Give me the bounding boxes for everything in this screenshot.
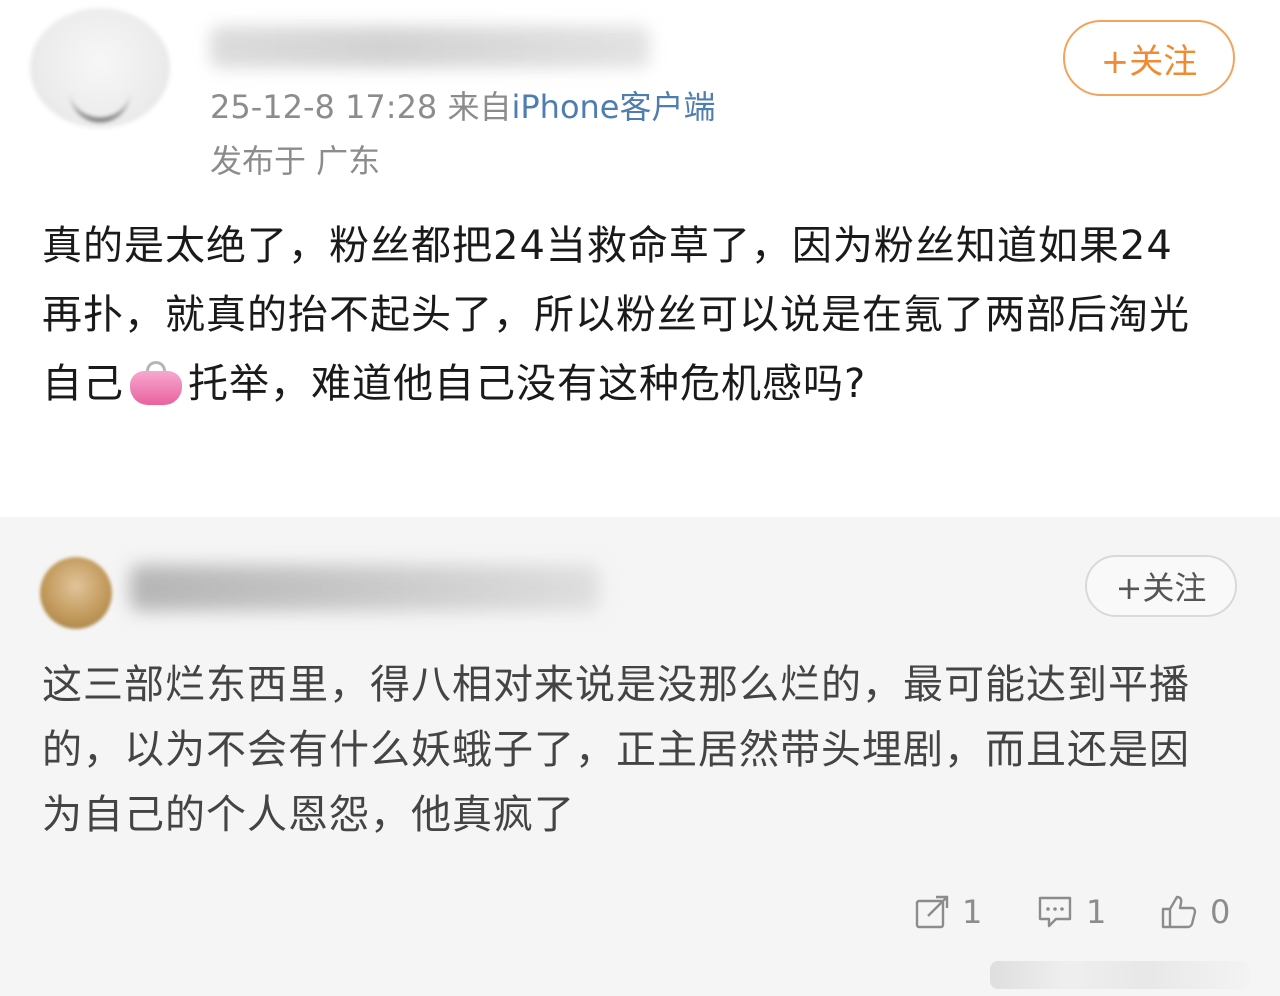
username-blurred[interactable] bbox=[210, 26, 650, 68]
post-location: 发布于 广东 bbox=[210, 142, 381, 180]
comment-card: +关注 这三部烂东西里，得八相对来说是没那么烂的，最可能达到平播的，以为不会有什… bbox=[0, 517, 1280, 996]
reply-action[interactable]: 1 bbox=[1036, 890, 1106, 934]
comment-icon bbox=[1038, 896, 1072, 928]
post-card: 25-12-8 17:28 来自iPhone客户端 发布于 广东 +关注 真的是… bbox=[0, 0, 1280, 517]
post-text-part2: 托举，难道他自己没有这种危机感吗? bbox=[188, 361, 867, 407]
thumbs-up-icon bbox=[1161, 895, 1197, 929]
post-source-link[interactable]: iPhone客户端 bbox=[511, 88, 715, 126]
comment-username-blurred[interactable] bbox=[130, 565, 600, 611]
post-meta: 25-12-8 17:28 来自iPhone客户端 bbox=[210, 82, 716, 128]
source-prefix: 来自 bbox=[447, 88, 512, 126]
post-body: 真的是太绝了，粉丝都把24当救命草了，因为粉丝知道如果24再扑，就真的抬不起头了… bbox=[42, 212, 1212, 419]
share-count: 1 bbox=[962, 893, 983, 931]
comment-body: 这三部烂东西里，得八相对来说是没那么烂的，最可能达到平播的，以为不会有什么妖蛾子… bbox=[42, 662, 1190, 838]
avatar[interactable] bbox=[30, 8, 170, 128]
like-action[interactable]: 0 bbox=[1160, 890, 1230, 934]
comment-avatar[interactable] bbox=[40, 557, 112, 629]
follow-button[interactable]: +关注 bbox=[1063, 20, 1235, 96]
reply-count: 1 bbox=[1086, 893, 1107, 931]
watermark bbox=[990, 961, 1250, 989]
comment-follow-button[interactable]: +关注 bbox=[1085, 555, 1237, 617]
share-action[interactable]: 1 bbox=[914, 890, 982, 934]
purse-emoji-icon bbox=[128, 357, 184, 407]
share-icon bbox=[915, 895, 949, 929]
post-time: 25-12-8 17:28 bbox=[210, 88, 438, 126]
like-count: 0 bbox=[1210, 893, 1231, 931]
